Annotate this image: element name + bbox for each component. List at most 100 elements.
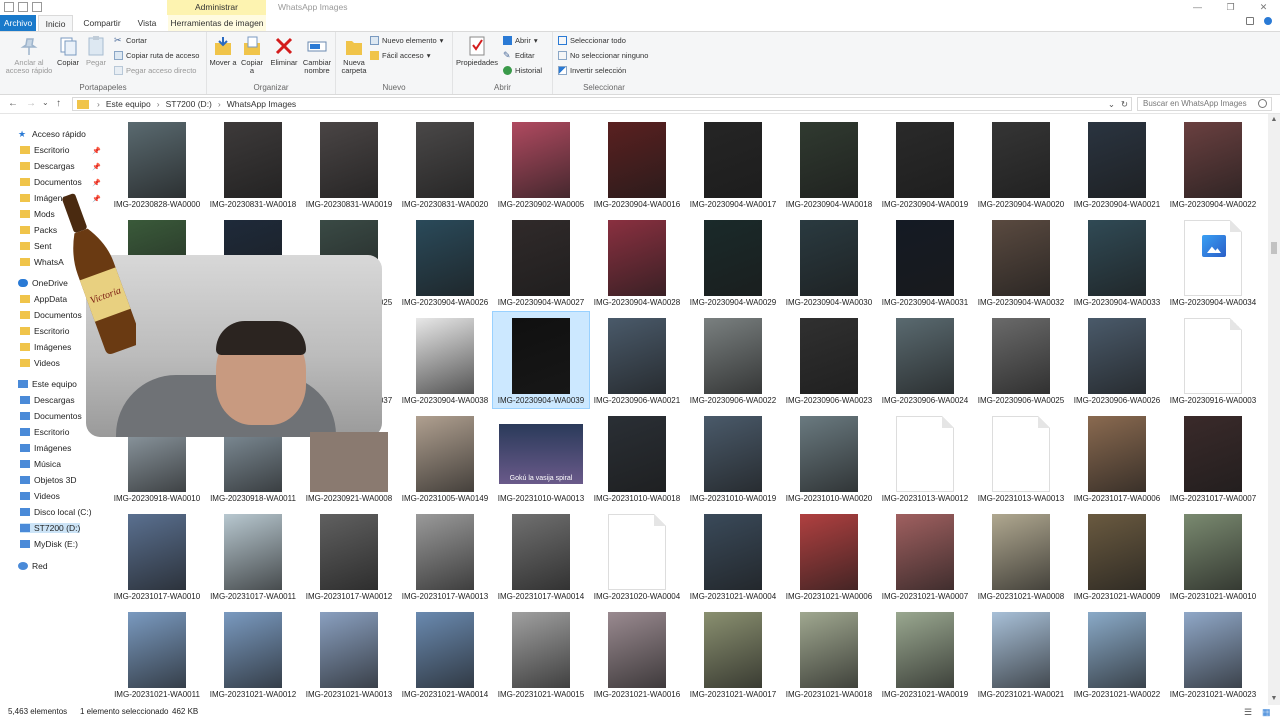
help-icon[interactable]	[1264, 17, 1272, 25]
easy-access-button[interactable]: Fácil acceso ▾	[370, 51, 430, 60]
paste-shortcut-button[interactable]: Pegar acceso directo	[114, 66, 196, 75]
nav-item[interactable]: Descargas	[20, 161, 75, 171]
file-tile[interactable]: IMG-20231010-WA0020	[781, 410, 877, 506]
file-tile[interactable]: IMG-20231017-WA0014	[493, 508, 589, 604]
recent-locations-icon[interactable]: ⌄	[42, 98, 49, 107]
file-tile[interactable]: IMG-20230902-WA0005	[493, 116, 589, 212]
file-tile[interactable]: IMG-20231021-WA0018	[781, 606, 877, 702]
file-tile[interactable]: IMG-20230904-WA0026	[397, 214, 493, 310]
file-tile[interactable]: IMG-20231013-WA0013	[973, 410, 1069, 506]
scroll-down-icon[interactable]: ▼	[1268, 693, 1280, 705]
file-tile[interactable]: IMG-20230904-WA0031	[877, 214, 973, 310]
invert-selection-button[interactable]: Invertir selección	[558, 66, 626, 75]
quick-access-toolbar[interactable]	[4, 2, 42, 12]
file-tile[interactable]: IMG-20231021-WA0016	[589, 606, 685, 702]
properties-button[interactable]: Propiedades	[455, 35, 499, 67]
details-view-icon[interactable]: ☰	[1244, 707, 1252, 718]
chevron-down-icon[interactable]: ⌄	[1108, 99, 1115, 110]
file-tile[interactable]: IMG-20230904-WA0016	[589, 116, 685, 212]
file-tile[interactable]: IMG-20230904-WA0039	[492, 311, 590, 409]
file-tile[interactable]: IMG-20231021-WA0014	[397, 606, 493, 702]
address-box[interactable]: › Este equipo › ST7200 (D:) › WhatsApp I…	[72, 97, 1132, 111]
forward-arrow-icon[interactable]: →	[26, 98, 36, 109]
vertical-scrollbar[interactable]: ▲ ▼	[1268, 114, 1280, 705]
file-tile[interactable]: IMG-20231021-WA0017	[685, 606, 781, 702]
file-tile[interactable]: IMG-20231017-WA0013	[397, 508, 493, 604]
file-tile[interactable]: IMG-20230831-WA0019	[301, 116, 397, 212]
file-tile[interactable]: IMG-20230831-WA0018	[205, 116, 301, 212]
file-tile[interactable]: IMG-20230904-WA0038	[397, 312, 493, 408]
nav-item[interactable]: Disco local (C:)	[20, 507, 92, 517]
file-tile[interactable]: Gokú la vasija spiral IMG-20231010-WA0013	[493, 410, 589, 506]
nav-item[interactable]: Packs	[20, 225, 57, 235]
open-button[interactable]: Abrir ▾	[503, 36, 538, 45]
file-tile[interactable]: IMG-20230904-WA0027	[493, 214, 589, 310]
file-tile[interactable]: IMG-20231017-WA0010	[112, 508, 205, 604]
file-tile[interactable]: IMG-20230906-WA0022	[685, 312, 781, 408]
file-tile[interactable]: IMG-20230904-WA0029	[685, 214, 781, 310]
back-arrow-icon[interactable]: ←	[8, 98, 18, 109]
nav-item[interactable]: Videos	[20, 358, 60, 368]
checkmark-icon[interactable]	[18, 2, 28, 12]
file-tile[interactable]: IMG-20230904-WA0020	[973, 116, 1069, 212]
close-icon[interactable]: ✕	[1247, 0, 1280, 15]
chevron-right-icon[interactable]: ›	[97, 99, 100, 109]
file-tile[interactable]: IMG-20231021-WA0011	[112, 606, 205, 702]
file-tile[interactable]: IMG-20231021-WA0023	[1165, 606, 1261, 702]
nav-item[interactable]: Documentos	[20, 177, 82, 187]
file-tile[interactable]: IMG-20230904-WA0034	[1165, 214, 1261, 310]
tab-inicio[interactable]: Inicio	[38, 15, 73, 31]
file-tile[interactable]: IMG-20230906-WA0021	[589, 312, 685, 408]
select-none-button[interactable]: No seleccionar ninguno	[558, 51, 648, 60]
delete-button[interactable]: Eliminar	[269, 35, 299, 67]
file-tile[interactable]: IMG-20230904-WA0017	[685, 116, 781, 212]
rename-button[interactable]: Cambiar nombre	[300, 35, 334, 75]
file-tile[interactable]: IMG-20231021-WA0007	[877, 508, 973, 604]
file-tile[interactable]: IMG-20231021-WA0012	[205, 606, 301, 702]
edit-button[interactable]: ✎ Editar	[503, 51, 535, 61]
search-input[interactable]: Buscar en WhatsApp Images	[1137, 97, 1272, 111]
maximize-icon[interactable]: ❐	[1214, 0, 1247, 15]
pin-icon[interactable]: 📌	[92, 147, 101, 155]
chevron-down-icon[interactable]	[1246, 17, 1254, 25]
nav-item[interactable]: Documentos	[20, 411, 82, 421]
pin-icon[interactable]: 📌	[92, 163, 101, 171]
nav-item[interactable]: Imágenes	[20, 443, 71, 453]
history-button[interactable]: Historial	[503, 66, 542, 75]
nav-item[interactable]: Música	[20, 459, 61, 469]
select-all-button[interactable]: Seleccionar todo	[558, 36, 626, 45]
file-tile[interactable]: IMG-20230831-WA0020	[397, 116, 493, 212]
file-tile[interactable]: IMG-20231017-WA0007	[1165, 410, 1261, 506]
file-tile[interactable]: IMG-20230904-WA0019	[877, 116, 973, 212]
nav-item[interactable]: ST7200 (D:)	[20, 523, 81, 533]
up-arrow-icon[interactable]: ↑	[56, 98, 61, 109]
folder-icon[interactable]	[4, 2, 14, 12]
file-tile[interactable]: IMG-20231021-WA0006	[781, 508, 877, 604]
file-tile[interactable]: IMG-20230904-WA0032	[973, 214, 1069, 310]
file-tile[interactable]: IMG-20231021-WA0008	[973, 508, 1069, 604]
file-tile[interactable]: IMG-20231013-WA0012	[877, 410, 973, 506]
file-tile[interactable]: IMG-20230904-WA0018	[781, 116, 877, 212]
breadcrumb-drive[interactable]: ST7200 (D:)	[166, 99, 212, 109]
file-tile[interactable]: IMG-20231021-WA0013	[301, 606, 397, 702]
new-folder-button[interactable]: Nueva carpeta	[339, 35, 369, 75]
file-tile[interactable]: IMG-20231021-WA0015	[493, 606, 589, 702]
file-tile[interactable]: IMG-20230906-WA0025	[973, 312, 1069, 408]
pin-icon[interactable]: 📌	[92, 179, 101, 187]
file-tile[interactable]: IMG-20230904-WA0021	[1069, 116, 1165, 212]
nav-red[interactable]: Red	[18, 561, 48, 571]
nav-acceso-rapido[interactable]: ★ Acceso rápido	[18, 129, 86, 139]
paste-button[interactable]: Pegar	[84, 35, 108, 67]
nav-este-equipo[interactable]: Este equipo	[18, 379, 77, 389]
file-tile[interactable]: IMG-20231021-WA0019	[877, 606, 973, 702]
file-tile[interactable]: IMG-20230906-WA0024	[877, 312, 973, 408]
folder-icon[interactable]	[32, 2, 42, 12]
file-tile[interactable]: IMG-20231017-WA0006	[1069, 410, 1165, 506]
file-tile[interactable]: IMG-20230906-WA0026	[1069, 312, 1165, 408]
file-tile[interactable]: IMG-20231021-WA0022	[1069, 606, 1165, 702]
minimize-icon[interactable]: —	[1181, 0, 1214, 15]
scroll-up-icon[interactable]: ▲	[1268, 114, 1280, 126]
file-tile[interactable]: IMG-20231017-WA0011	[205, 508, 301, 604]
tab-archivo[interactable]: Archivo	[0, 15, 36, 31]
move-to-button[interactable]: Mover a	[209, 35, 237, 67]
